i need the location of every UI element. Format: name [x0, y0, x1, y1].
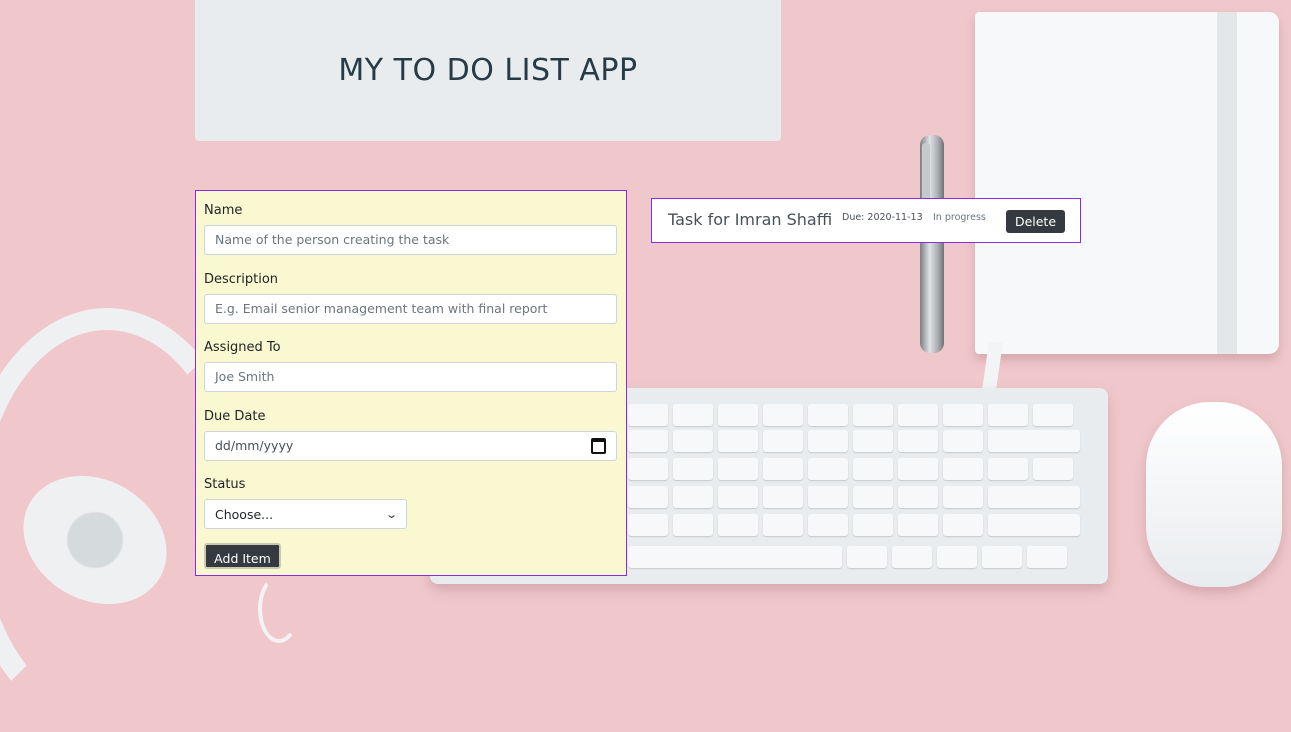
keyboard-key	[853, 486, 893, 508]
keyboard-key	[808, 430, 848, 452]
headphones-cable	[258, 575, 300, 643]
name-group: Name Name of the person creating the tas…	[204, 203, 617, 255]
description-input[interactable]: E.g. Email senior management team with f…	[204, 294, 617, 324]
keyboard-row	[628, 514, 1080, 536]
keyboard-key	[937, 546, 977, 568]
task-due-date: Due: 2020-11-13	[842, 212, 923, 223]
keyboard-key	[673, 514, 713, 536]
keyboard-key	[988, 404, 1028, 426]
keyboard-key	[673, 486, 713, 508]
add-item-button[interactable]: Add Item	[204, 543, 281, 569]
keyboard-key	[943, 514, 983, 536]
keyboard-key	[718, 404, 758, 426]
keyboard-key	[763, 486, 803, 508]
keyboard-key	[1027, 546, 1067, 568]
keyboard-key	[673, 404, 713, 426]
keyboard-key	[943, 458, 983, 480]
keyboard-key	[628, 486, 668, 508]
add-task-form: Name Name of the person creating the tas…	[195, 190, 627, 576]
keyboard-key	[763, 514, 803, 536]
task-title: Task for Imran Shaffi	[668, 210, 833, 229]
name-input[interactable]: Name of the person creating the task	[204, 225, 617, 255]
keyboard-key	[847, 546, 887, 568]
keyboard-key	[898, 458, 938, 480]
assigned-to-group: Assigned To Joe Smith	[204, 340, 617, 392]
keyboard-key	[988, 486, 1080, 508]
pen-image	[920, 135, 944, 353]
keyboard-key	[763, 404, 803, 426]
due-date-group: Due Date dd/mm/yyyy	[204, 409, 617, 461]
keyboard-key	[853, 404, 893, 426]
keyboard-row	[628, 404, 1073, 426]
keyboard-key	[1033, 458, 1073, 480]
description-label: Description	[204, 272, 279, 287]
keyboard-key	[808, 458, 848, 480]
description-group: Description E.g. Email senior management…	[204, 272, 617, 324]
keyboard-key	[718, 486, 758, 508]
keyboard-key	[808, 486, 848, 508]
name-label: Name	[204, 203, 243, 218]
due-date-input[interactable]: dd/mm/yyyy	[204, 431, 617, 461]
keyboard-key	[628, 430, 668, 452]
notebook-band	[1217, 12, 1237, 354]
keyboard-key	[673, 430, 713, 452]
keyboard-key	[982, 546, 1022, 568]
keyboard-key	[898, 486, 938, 508]
assigned-to-label: Assigned To	[204, 340, 281, 355]
task-status: In progress	[933, 212, 986, 223]
keyboard-key	[718, 514, 758, 536]
keyboard-key	[628, 546, 842, 568]
keyboard-row	[628, 458, 1073, 480]
keyboard-key	[853, 514, 893, 536]
due-date-label: Due Date	[204, 409, 266, 424]
keyboard-key	[988, 430, 1080, 452]
keyboard-key	[988, 514, 1080, 536]
keyboard-row	[628, 486, 1080, 508]
description-placeholder: E.g. Email senior management team with f…	[215, 301, 548, 316]
keyboard-key	[628, 514, 668, 536]
keyboard-key	[673, 458, 713, 480]
keyboard-key	[718, 458, 758, 480]
name-placeholder: Name of the person creating the task	[215, 232, 450, 247]
page-header: MY TO DO LIST APP	[195, 0, 781, 141]
pen-clip	[922, 143, 930, 203]
keyboard-key	[853, 430, 893, 452]
page-title: MY TO DO LIST APP	[338, 53, 638, 88]
keyboard-key	[898, 514, 938, 536]
keyboard-key	[943, 430, 983, 452]
keyboard-key	[898, 430, 938, 452]
keyboard-row	[628, 546, 1067, 568]
keyboard-key	[763, 430, 803, 452]
keyboard-key	[628, 404, 668, 426]
notebook-image	[975, 12, 1279, 397]
status-select[interactable]: Choose... ⌄	[204, 499, 407, 529]
status-group: Status Choose... ⌄	[204, 477, 617, 529]
chevron-down-icon: ⌄	[384, 507, 398, 521]
keyboard-key	[853, 458, 893, 480]
keyboard-key	[898, 404, 938, 426]
keyboard-row	[628, 430, 1080, 452]
keyboard-key	[892, 546, 932, 568]
due-date-placeholder: dd/mm/yyyy	[215, 438, 294, 453]
keyboard-key	[1033, 404, 1073, 426]
task-card: Task for Imran Shaffi Due: 2020-11-13 In…	[651, 198, 1081, 243]
calendar-icon[interactable]	[591, 438, 606, 454]
keyboard-key	[943, 404, 983, 426]
status-selected-value: Choose...	[215, 506, 274, 522]
keyboard-key	[763, 458, 803, 480]
delete-task-button[interactable]: Delete	[1006, 210, 1065, 233]
keyboard-key	[808, 404, 848, 426]
keyboard-key	[943, 486, 983, 508]
keyboard-key	[718, 430, 758, 452]
assigned-to-input[interactable]: Joe Smith	[204, 362, 617, 392]
mouse-image	[1146, 402, 1282, 587]
keyboard-key	[808, 514, 848, 536]
assigned-to-placeholder: Joe Smith	[215, 369, 275, 384]
status-label: Status	[204, 477, 246, 492]
keyboard-key	[988, 458, 1028, 480]
keyboard-key	[628, 458, 668, 480]
